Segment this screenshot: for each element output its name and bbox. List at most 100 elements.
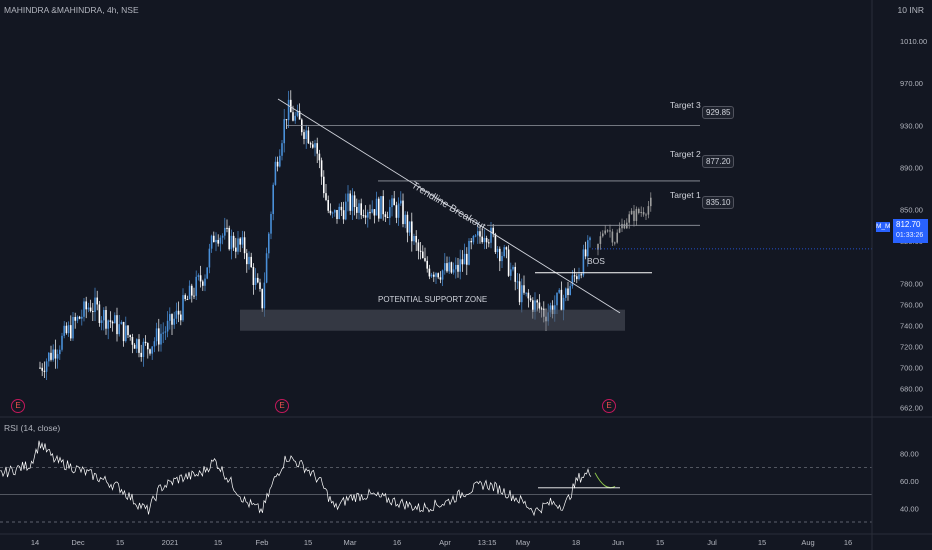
candle-body	[389, 207, 391, 218]
candle-body	[360, 203, 362, 216]
candle-body	[448, 262, 450, 272]
x-tick-label: 15	[758, 538, 766, 547]
candle-body	[446, 263, 448, 272]
candle-body	[435, 273, 437, 277]
candle-body	[353, 195, 356, 207]
candle-body	[237, 238, 239, 252]
candle-body	[334, 209, 336, 213]
candle-body	[272, 184, 274, 215]
price-chart[interactable]: 1010.00970.00930.00890.00850.00820.00780…	[0, 0, 932, 550]
projection-body	[650, 197, 652, 207]
candle-body	[180, 314, 182, 321]
candle-body	[472, 235, 475, 243]
y-tick-label: 1010.00	[900, 37, 927, 46]
candle-body	[274, 161, 277, 185]
target-2-label: Target 2	[670, 149, 701, 159]
target-3-label: Target 3	[670, 100, 701, 110]
candle-body	[56, 354, 59, 359]
candle-body	[259, 282, 261, 289]
candle-body	[281, 143, 283, 156]
candle-body	[41, 367, 43, 371]
candle-body	[279, 155, 281, 167]
candle-body	[481, 236, 483, 243]
candle-body	[452, 269, 455, 273]
candle-body	[138, 339, 140, 353]
candle-body	[428, 268, 431, 277]
candle-body	[195, 276, 197, 296]
candle-body	[323, 176, 325, 194]
candle-body	[459, 259, 461, 272]
candle-body	[325, 193, 327, 200]
candle-body	[122, 321, 125, 342]
projection-body	[599, 236, 602, 244]
candle-body	[155, 328, 158, 342]
candle-body	[175, 310, 178, 319]
candle-body	[397, 203, 400, 218]
candle-body	[529, 298, 532, 301]
x-tick-label: Aug	[801, 538, 814, 547]
x-tick-label: 16	[393, 538, 401, 547]
candle-body	[307, 130, 310, 144]
candle-body	[188, 285, 191, 300]
candle-body	[197, 275, 200, 277]
x-tick-label: 18	[572, 538, 580, 547]
projection-body	[602, 233, 604, 237]
candle-body	[382, 196, 384, 215]
symbol-tag: M_M	[876, 222, 891, 232]
y-tick-label: 720.00	[900, 343, 923, 352]
candle-body	[169, 314, 171, 321]
candle-body	[72, 316, 74, 339]
candle-body	[578, 274, 580, 280]
candle-body	[248, 256, 250, 265]
candle-body	[109, 320, 112, 322]
candle-body	[76, 316, 79, 321]
candle-body	[320, 160, 323, 177]
candle-body	[351, 195, 354, 211]
candle-body	[131, 337, 134, 345]
candle-body	[85, 301, 87, 310]
candle-body	[364, 215, 367, 218]
earnings-marker-1[interactable]: E	[11, 399, 25, 413]
projection-body	[604, 230, 606, 234]
candle-body	[461, 259, 464, 265]
candle-body	[327, 199, 329, 211]
candle-body	[59, 349, 61, 355]
candle-body	[565, 288, 567, 298]
candle-body	[400, 200, 402, 204]
projection-body	[616, 232, 618, 243]
candle-body	[164, 331, 167, 333]
candle-body	[558, 289, 560, 293]
y-tick-label: 740.00	[900, 321, 923, 330]
candle-body	[263, 282, 266, 309]
candle-body	[111, 321, 114, 324]
y-tick-label: 780.00	[900, 279, 923, 288]
candle-body	[89, 307, 92, 311]
candle-body	[149, 349, 151, 354]
candle-body	[246, 253, 248, 265]
x-tick-label: 15	[116, 538, 124, 547]
candle-body	[518, 281, 521, 303]
earnings-marker-2[interactable]: E	[275, 399, 289, 413]
candle-body	[129, 335, 131, 338]
candle-body	[419, 250, 422, 252]
candle-body	[292, 112, 294, 121]
candle-body	[142, 341, 145, 357]
candle-body	[536, 300, 538, 303]
x-tick-label: Jun	[612, 538, 624, 547]
candle-body	[70, 325, 72, 339]
candle-body	[496, 248, 499, 253]
candle-body	[283, 119, 285, 144]
earnings-marker-3[interactable]: E	[602, 399, 616, 413]
candle-body	[67, 325, 70, 334]
candle-body	[580, 274, 582, 276]
candle-body	[415, 236, 417, 243]
x-tick-label: May	[516, 538, 530, 547]
candle-body	[166, 320, 169, 332]
chart-title: MAHINDRA &MAHINDRA, 4h, NSE	[4, 5, 139, 15]
candle-body	[457, 264, 459, 272]
candle-body	[230, 235, 233, 250]
candle-body	[265, 253, 268, 283]
projection-body	[606, 230, 609, 232]
candle-body	[210, 235, 213, 249]
candle-body	[250, 256, 252, 268]
